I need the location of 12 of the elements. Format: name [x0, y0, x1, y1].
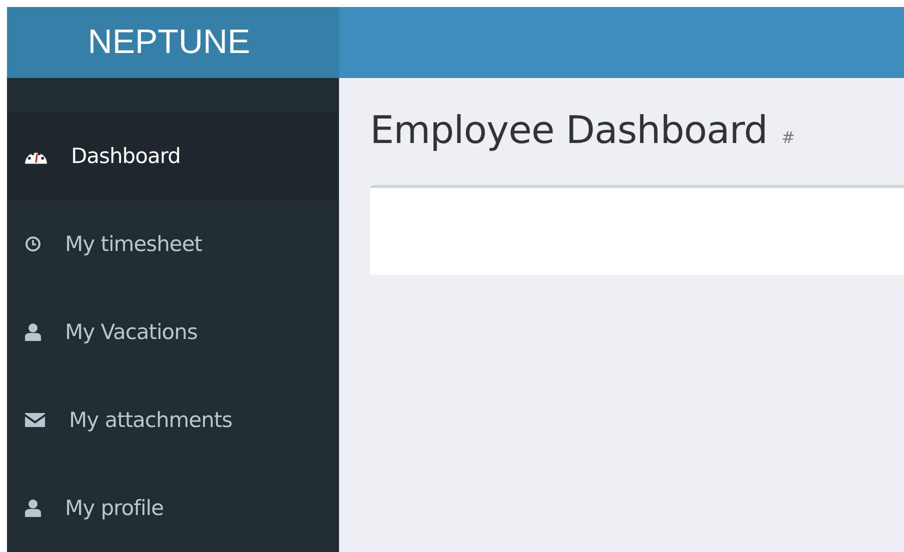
app-logo[interactable]: NEPTUNE: [7, 7, 339, 78]
sidebar-item[interactable]: My timesheet: [7, 200, 339, 288]
sidebar-item[interactable]: My attachments: [7, 376, 339, 464]
sidebar-item[interactable]: My Vacations: [7, 288, 339, 376]
page-title: Employee Dashboard: [370, 108, 768, 152]
user-icon: [25, 323, 41, 341]
clock-icon: [25, 236, 41, 252]
sidebar-item[interactable]: Dashboard: [7, 112, 339, 200]
title-link[interactable]: #: [781, 128, 795, 147]
envelope-icon: [25, 413, 45, 427]
user-icon: [25, 499, 41, 517]
sidebar-item[interactable]: My profile: [7, 464, 339, 552]
